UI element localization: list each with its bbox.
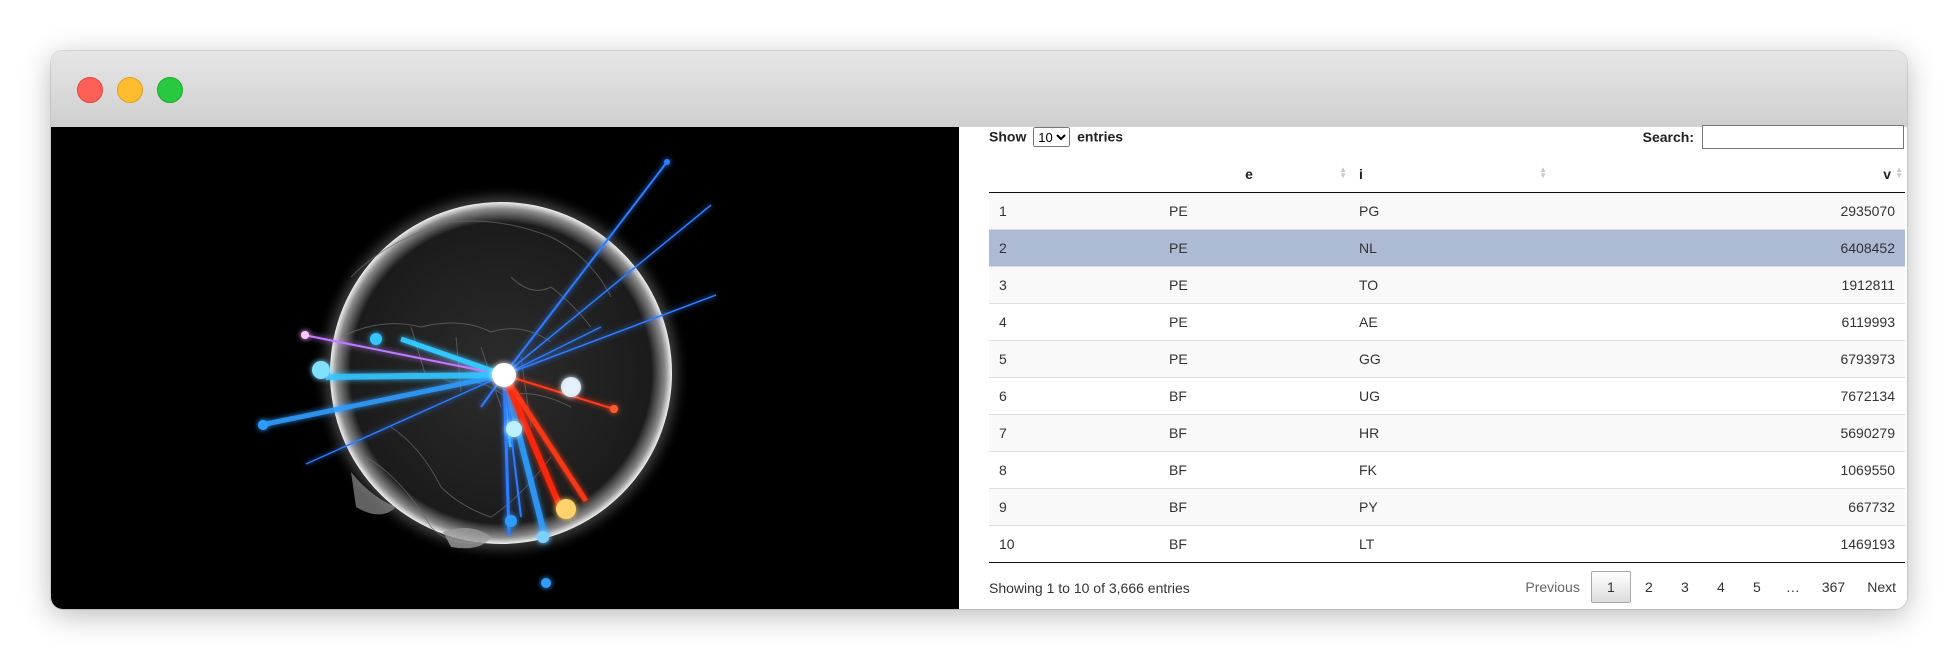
page-button-4[interactable]: 4	[1703, 571, 1739, 603]
cell-i: HR	[1349, 414, 1549, 452]
entries-label: entries	[1077, 128, 1124, 145]
page-length-control: Show 10 entries	[989, 127, 1123, 147]
cell-i: LT	[1349, 525, 1549, 563]
cell-v: 1469193	[1549, 525, 1905, 563]
cell-i: UG	[1349, 377, 1549, 415]
table-row[interactable]: 5 PE GG 6793973	[989, 340, 1905, 378]
cell-e: BF	[1149, 377, 1349, 415]
app-window: Show 10 entries Search: e ▲ ▼ i ▲ ▼ v ▲ …	[51, 51, 1907, 609]
column-header-index[interactable]	[989, 155, 1149, 193]
minimize-button[interactable]	[117, 77, 143, 103]
cell-i: PG	[1349, 192, 1549, 230]
page-length-select[interactable]: 10	[1033, 127, 1071, 147]
search-input[interactable]	[1702, 125, 1904, 149]
search-control: Search:	[1643, 125, 1904, 149]
show-label: Show	[989, 128, 1027, 145]
cell-v: 2935070	[1549, 192, 1905, 230]
cell-e: PE	[1149, 192, 1349, 230]
cell-e: PE	[1149, 229, 1349, 267]
cell-v: 6119993	[1549, 303, 1905, 341]
next-page-button[interactable]: Next	[1856, 571, 1907, 603]
cell-e: PE	[1149, 266, 1349, 304]
column-header-v[interactable]: v ▲ ▼	[1549, 155, 1905, 193]
data-table: e ▲ ▼ i ▲ ▼ v ▲ ▼ 1 PE PG 2935070 2 PE N…	[989, 155, 1905, 563]
previous-page-button[interactable]: Previous	[1514, 571, 1590, 603]
column-header-label: i	[1359, 165, 1363, 182]
cell-v: 6408452	[1549, 229, 1905, 267]
cell-index: 4	[989, 303, 1149, 341]
page-button-1[interactable]: 1	[1590, 571, 1631, 603]
cell-e: BF	[1149, 451, 1349, 489]
column-header-i[interactable]: i ▲ ▼	[1349, 155, 1549, 193]
cell-v: 1912811	[1549, 266, 1905, 304]
table-row[interactable]: 6 BF UG 7672134	[989, 377, 1905, 415]
sort-icon: ▲ ▼	[1895, 165, 1903, 180]
zoom-button[interactable]	[157, 77, 183, 103]
cell-v: 5690279	[1549, 414, 1905, 452]
sort-icon: ▲ ▼	[1539, 165, 1547, 180]
cell-e: BF	[1149, 525, 1349, 563]
cell-e: PE	[1149, 303, 1349, 341]
table-info: Showing 1 to 10 of 3,666 entries	[989, 580, 1190, 596]
globe-visualization[interactable]	[51, 127, 959, 609]
pagination-ellipsis: …	[1785, 579, 1800, 595]
cell-i: GG	[1349, 340, 1549, 378]
globe-canvas[interactable]	[51, 127, 959, 609]
cell-i: AE	[1349, 303, 1549, 341]
column-header-e[interactable]: e ▲ ▼	[1149, 155, 1349, 193]
cell-index: 7	[989, 414, 1149, 452]
cell-v: 7672134	[1549, 377, 1905, 415]
table-row[interactable]: 1 PE PG 2935070	[989, 192, 1905, 230]
cell-index: 10	[989, 525, 1149, 563]
cell-v: 667732	[1549, 488, 1905, 526]
cell-index: 2	[989, 229, 1149, 267]
table-body: 1 PE PG 2935070 2 PE NL 6408452 3 PE TO …	[989, 192, 1905, 563]
table-row[interactable]: 8 BF FK 1069550	[989, 451, 1905, 489]
table-row[interactable]: 10 BF LT 1469193	[989, 525, 1905, 563]
column-header-label: v	[1883, 165, 1891, 182]
cell-i: TO	[1349, 266, 1549, 304]
table-row[interactable]: 3 PE TO 1912811	[989, 266, 1905, 304]
cell-index: 8	[989, 451, 1149, 489]
cell-index: 1	[989, 192, 1149, 230]
cell-i: PY	[1349, 488, 1549, 526]
cell-e: BF	[1149, 414, 1349, 452]
table-row[interactable]: 7 BF HR 5690279	[989, 414, 1905, 452]
column-header-label: e	[1245, 165, 1253, 182]
pagination: Previous 1 2 3 4 5 … 367 Next	[1514, 571, 1907, 603]
content-area: Show 10 entries Search: e ▲ ▼ i ▲ ▼ v ▲ …	[51, 125, 1907, 609]
cell-e: PE	[1149, 340, 1349, 378]
page-button-3[interactable]: 3	[1667, 571, 1703, 603]
cell-index: 9	[989, 488, 1149, 526]
title-bar	[51, 51, 1907, 128]
page-button-5[interactable]: 5	[1739, 571, 1775, 603]
cell-index: 5	[989, 340, 1149, 378]
page-button-2[interactable]: 2	[1631, 571, 1667, 603]
cell-e: BF	[1149, 488, 1349, 526]
table-row[interactable]: 2 PE NL 6408452	[989, 229, 1905, 267]
sort-icon: ▲ ▼	[1339, 165, 1347, 180]
cell-v: 6793973	[1549, 340, 1905, 378]
close-button[interactable]	[77, 77, 103, 103]
cell-index: 6	[989, 377, 1149, 415]
cell-i: NL	[1349, 229, 1549, 267]
cell-v: 1069550	[1549, 451, 1905, 489]
table-row[interactable]: 9 BF PY 667732	[989, 488, 1905, 526]
search-label: Search:	[1642, 129, 1694, 145]
page-button-last[interactable]: 367	[1811, 571, 1856, 603]
table-header-row: e ▲ ▼ i ▲ ▼ v ▲ ▼	[989, 155, 1905, 193]
table-row[interactable]: 4 PE AE 6119993	[989, 303, 1905, 341]
data-table-panel: Show 10 entries Search: e ▲ ▼ i ▲ ▼ v ▲ …	[959, 125, 1907, 609]
cell-index: 3	[989, 266, 1149, 304]
cell-i: FK	[1349, 451, 1549, 489]
